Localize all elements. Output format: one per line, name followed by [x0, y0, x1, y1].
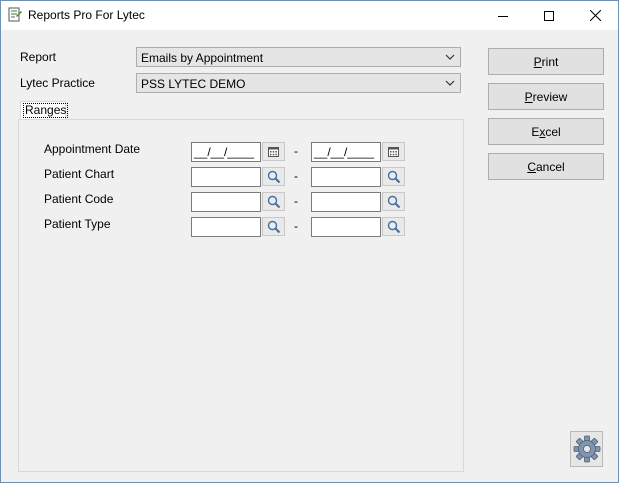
magnifier-icon	[267, 220, 280, 233]
maximize-button[interactable]	[526, 1, 572, 30]
calendar-icon	[388, 146, 399, 157]
patient-code-label: Patient Code	[44, 192, 114, 206]
patient-chart-to-lookup-button[interactable]	[382, 167, 405, 186]
patient-code-to-field[interactable]	[311, 192, 381, 212]
preview-button-mnemonic: P	[524, 89, 533, 104]
lytec-practice-value: PSS LYTEC DEMO	[141, 77, 246, 91]
report-app-icon	[8, 7, 22, 22]
close-button[interactable]	[572, 1, 618, 30]
patient-type-from-lookup-button[interactable]	[262, 217, 285, 236]
tab-ranges[interactable]: Ranges	[20, 101, 69, 119]
patient-type-from-field[interactable]	[191, 217, 261, 237]
tab-ranges-label: Ranges	[23, 103, 69, 118]
patient-chart-from-lookup-button[interactable]	[262, 167, 285, 186]
excel-button-label-start: E	[531, 124, 540, 139]
patient-code-from-lookup-button[interactable]	[262, 192, 285, 211]
preview-button-label: review	[532, 89, 568, 104]
excel-button[interactable]: Ex cel	[488, 118, 604, 145]
cancel-button-label: ancel	[535, 159, 565, 174]
patient-code-from-field[interactable]	[191, 192, 261, 212]
magnifier-icon	[267, 170, 280, 183]
appointment-date-from-value: __/__/____	[194, 145, 255, 159]
patient-code-to-lookup-button[interactable]	[382, 192, 405, 211]
patient-chart-label: Patient Chart	[44, 167, 115, 181]
appointment-date-to-calendar-button[interactable]	[382, 142, 405, 161]
minimize-button[interactable]	[480, 1, 526, 30]
cancel-button[interactable]: Cancel	[488, 153, 604, 180]
range-separator: -	[294, 194, 298, 208]
close-icon	[589, 10, 601, 21]
app-window: Reports Pro For Lytec Report Emails by A…	[0, 0, 619, 483]
appointment-date-from-field[interactable]: __/__/____	[191, 142, 261, 162]
magnifier-icon	[267, 195, 280, 208]
patient-chart-to-field[interactable]	[311, 167, 381, 187]
lytec-practice-select[interactable]: PSS LYTEC DEMO	[136, 73, 461, 93]
minimize-icon	[498, 15, 508, 17]
calendar-icon	[268, 146, 279, 157]
chevron-down-icon	[445, 80, 455, 86]
settings-button[interactable]	[570, 431, 603, 467]
maximize-icon	[544, 10, 554, 21]
magnifier-icon	[387, 220, 400, 233]
excel-button-label: cel	[545, 124, 561, 139]
range-separator: -	[294, 169, 298, 183]
appointment-date-to-field[interactable]: __/__/____	[311, 142, 381, 162]
patient-chart-from-field[interactable]	[191, 167, 261, 187]
window-title: Reports Pro For Lytec	[28, 8, 145, 22]
appointment-date-from-calendar-button[interactable]	[262, 142, 285, 161]
magnifier-icon	[387, 170, 400, 183]
print-button-mnemonic: P	[533, 54, 542, 69]
title-bar: Reports Pro For Lytec	[1, 1, 618, 30]
chevron-down-icon	[445, 54, 455, 60]
lytec-practice-label: Lytec Practice	[20, 76, 95, 90]
appointment-date-to-value: __/__/____	[314, 145, 375, 159]
report-select[interactable]: Emails by Appointment	[136, 47, 461, 67]
print-button-label: rint	[541, 54, 559, 69]
patient-type-to-field[interactable]	[311, 217, 381, 237]
report-label: Report	[20, 50, 57, 64]
patient-type-to-lookup-button[interactable]	[382, 217, 405, 236]
cancel-button-mnemonic: C	[527, 159, 536, 174]
range-separator: -	[294, 144, 298, 158]
appointment-date-label: Appointment Date	[44, 142, 141, 156]
report-select-value: Emails by Appointment	[141, 51, 264, 65]
gear-icon	[573, 435, 600, 463]
preview-button[interactable]: Preview	[488, 83, 604, 110]
patient-type-label: Patient Type	[44, 217, 111, 231]
magnifier-icon	[387, 195, 400, 208]
print-button[interactable]: Print	[488, 48, 604, 75]
range-separator: -	[294, 219, 298, 233]
